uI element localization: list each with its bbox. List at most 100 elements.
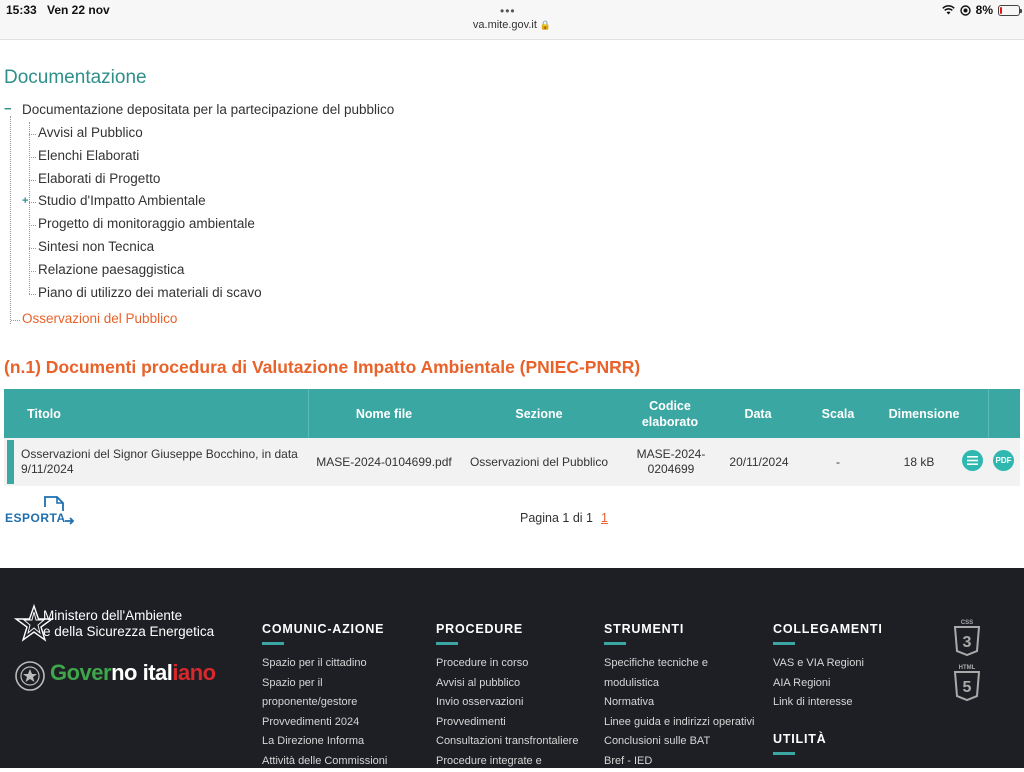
tree-item-studio[interactable]: Studio d'Impatto Ambientale	[29, 193, 206, 208]
gov-text-red: iano	[172, 660, 216, 685]
footer-heading-utilita: UTILITÀ	[773, 731, 827, 746]
details-icon[interactable]	[962, 450, 983, 471]
footer-col-comunicazione: COMUNIC-AZIONE Spazio per il cittadino S…	[262, 622, 387, 772]
footer-link[interactable]: VAS e VIA Regioni	[773, 654, 883, 674]
footer-link[interactable]: Procedure in corso	[436, 654, 578, 674]
heading-underline	[773, 642, 795, 645]
emblem-icon	[15, 661, 45, 691]
address-bar[interactable]: va.mite.gov.it 🔒	[0, 19, 1024, 31]
row-marker	[7, 440, 14, 484]
cell-data: 20/11/2024	[729, 454, 789, 469]
footer-link[interactable]: Consultazioni transfrontaliere	[436, 732, 578, 752]
footer-link[interactable]: modulistica	[604, 674, 754, 694]
column-divider	[988, 389, 989, 438]
tree-root[interactable]: Documentazione depositata per la parteci…	[22, 102, 394, 117]
footer-link[interactable]: Spazio per il cittadino	[262, 654, 387, 674]
page-link[interactable]: 1	[601, 511, 608, 525]
tree-item-sintesi[interactable]: Sintesi non Tecnica	[28, 239, 154, 254]
page-title: Documentazione	[4, 67, 147, 88]
css3-badge-icon: CSS 3	[953, 620, 981, 657]
footer-link[interactable]: AIA Regioni	[773, 674, 883, 694]
ministry-line1: Ministero dell'Ambiente	[43, 608, 183, 623]
pagination: Pagina 1 di 1 1	[520, 511, 608, 525]
status-bar: 15:33 Ven 22 nov ••• va.mite.gov.it 🔒 8%	[0, 0, 1024, 40]
header-sezione[interactable]: Sezione	[464, 389, 614, 438]
footer-heading: STRUMENTI	[604, 622, 685, 636]
footer-link[interactable]: Provvedimenti	[436, 713, 578, 733]
footer-link[interactable]: Spazio per il	[262, 674, 387, 694]
battery-percent: 8%	[975, 3, 993, 17]
header-scala[interactable]: Scala	[808, 389, 868, 438]
pdf-download-icon[interactable]: PDF	[993, 450, 1014, 471]
footer-link[interactable]: Bref - IED	[604, 752, 754, 772]
footer-link[interactable]: Provvedimenti 2024	[262, 713, 387, 733]
cell-codice: MASE-2024-0204699	[636, 447, 706, 476]
lock-icon: 🔒	[539, 20, 552, 30]
tree-item-piano[interactable]: Piano di utilizzo dei materiali di scavo	[29, 285, 262, 300]
cell-titolo: Osservazioni del Signor Giuseppe Bocchin…	[21, 447, 298, 476]
location-icon	[959, 4, 971, 16]
footer: Ministero dell'Ambiente e della Sicurezz…	[0, 568, 1024, 768]
more-icon[interactable]: •••	[500, 4, 516, 18]
gov-text-white: no ital	[111, 660, 173, 685]
heading-underline	[773, 751, 795, 755]
heading-underline	[436, 642, 458, 645]
wifi-icon	[941, 5, 955, 15]
html-badge-text: HTML	[959, 665, 976, 671]
gov-text-green: Gover	[50, 660, 112, 685]
tree-connector	[10, 116, 11, 324]
footer-link[interactable]: Avvisi al pubblico	[436, 674, 578, 694]
tree-item-osservazioni[interactable]: Osservazioni del Pubblico	[10, 311, 177, 326]
section-title: (n.1) Documenti procedura di Valutazione…	[4, 357, 641, 377]
ministry-line2: e della Sicurezza Energetica	[43, 624, 215, 639]
footer-col-collegamenti: COLLEGAMENTI VAS e VIA Regioni AIA Regio…	[773, 622, 883, 764]
footer-link[interactable]: Conclusioni sulle BAT	[604, 732, 754, 752]
tree-item-elaborati[interactable]: Elaborati di Progetto	[28, 171, 160, 186]
expand-icon[interactable]: +	[22, 195, 28, 207]
footer-link[interactable]: Procedure integrate e	[436, 752, 578, 772]
css-badge-text: CSS	[961, 620, 973, 626]
heading-underline	[604, 642, 626, 645]
footer-col-procedure: PROCEDURE Procedure in corso Avvisi al p…	[436, 622, 578, 772]
export-button[interactable]: ESPORTA	[5, 495, 77, 529]
footer-link[interactable]: Link di interesse	[773, 693, 883, 713]
cell-dimensione: 18 kB	[903, 454, 935, 469]
cell-nome-file[interactable]: MASE-2024-0104699.pdf	[309, 438, 459, 486]
html5-badge-icon: HTML 5	[953, 665, 981, 702]
html-badge-digit: 5	[963, 679, 972, 696]
url-text: va.mite.gov.it	[472, 19, 537, 31]
tree-item-relazione[interactable]: Relazione paesaggistica	[28, 262, 184, 277]
tree-item-elenchi[interactable]: Elenchi Elaborati	[28, 148, 139, 163]
tree-item-monitoraggio[interactable]: Progetto di monitoraggio ambientale	[29, 216, 255, 231]
battery-icon	[998, 4, 1022, 16]
css-badge-digit: 3	[963, 634, 972, 651]
tree-connector	[29, 122, 30, 294]
footer-link[interactable]: Linee guida e indirizzi operativi	[604, 713, 754, 733]
clock: 15:33	[6, 3, 37, 17]
footer-link[interactable]: proponente/gestore	[262, 693, 387, 713]
footer-heading: PROCEDURE	[436, 622, 524, 636]
header-data[interactable]: Data	[728, 389, 788, 438]
footer-heading: COLLEGAMENTI	[773, 622, 883, 636]
date: Ven 22 nov	[47, 3, 110, 17]
status-icons: 8%	[941, 3, 1022, 17]
footer-link[interactable]: Invio osservazioni	[436, 693, 578, 713]
cell-sezione: Osservazioni del Pubblico	[469, 454, 609, 469]
header-titolo[interactable]: Titolo	[4, 389, 84, 438]
footer-link[interactable]: Normativa	[604, 693, 754, 713]
table-header: Titolo Nome file Sezione Codice elaborat…	[4, 389, 1020, 438]
footer-link[interactable]: Specifiche tecniche e	[604, 654, 754, 674]
header-dimensione[interactable]: Dimensione	[874, 389, 974, 438]
footer-col-strumenti: STRUMENTI Specifiche tecniche e modulist…	[604, 622, 754, 772]
tree-item-avvisi[interactable]: Avvisi al Pubblico	[29, 125, 143, 140]
header-codice[interactable]: Codice elaborato	[624, 389, 716, 438]
header-nome-file[interactable]: Nome file	[309, 389, 459, 438]
pdf-label: PDF	[995, 456, 1012, 465]
collapse-icon[interactable]: −	[4, 102, 12, 115]
ministry-name: Ministero dell'Ambiente e della Sicurezz…	[43, 608, 214, 640]
footer-link[interactable]: Attività delle Commissioni	[262, 752, 387, 772]
footer-link[interactable]: La Direzione Informa	[262, 732, 387, 752]
governo-italiano: Governo italiano	[50, 660, 216, 686]
footer-heading: COMUNIC-AZIONE	[262, 622, 385, 636]
standards-badges: CSS 3 HTML 5	[952, 618, 986, 710]
